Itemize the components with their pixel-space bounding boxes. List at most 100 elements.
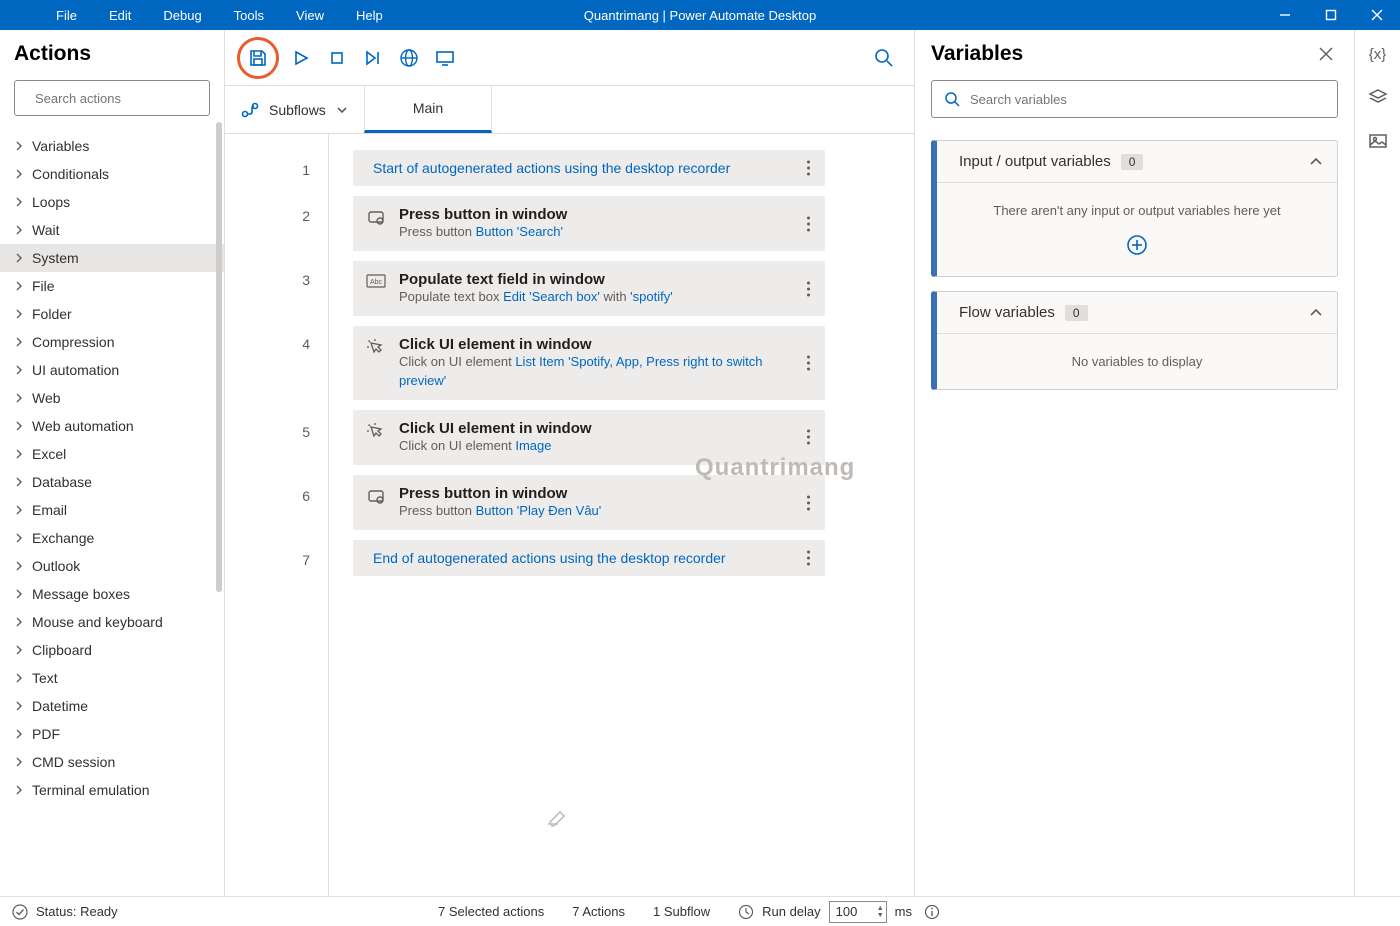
io-variables-count: 0 [1121,154,1144,170]
status-actions-count: 7 Actions [572,904,625,919]
info-icon[interactable] [924,904,940,920]
chevron-right-icon [14,169,24,179]
actions-category-compression[interactable]: Compression [0,328,224,356]
step-title: Populate text field in window [399,271,787,288]
actions-category-system[interactable]: System [0,244,224,272]
run-next-button[interactable] [355,40,391,76]
variables-rail-icon[interactable]: {x} [1369,46,1387,63]
flow-step[interactable]: Click UI element in windowClick on UI el… [353,326,825,399]
menu-debug[interactable]: Debug [147,2,217,29]
actions-category-conditionals[interactable]: Conditionals [0,160,224,188]
actions-category-web-automation[interactable]: Web automation [0,412,224,440]
actions-category-exchange[interactable]: Exchange [0,524,224,552]
right-rail: {x} [1354,30,1400,896]
step-menu-button[interactable] [801,356,815,371]
actions-category-outlook[interactable]: Outlook [0,552,224,580]
status-ok-icon [12,904,28,920]
menu-edit[interactable]: Edit [93,2,147,29]
actions-category-database[interactable]: Database [0,468,224,496]
actions-category-pdf[interactable]: PDF [0,720,224,748]
minimize-button[interactable] [1262,0,1308,30]
actions-category-email[interactable]: Email [0,496,224,524]
editor-tabs: Subflows Main [225,86,914,134]
actions-category-label: Database [32,474,92,490]
chevron-right-icon [14,449,24,459]
flow-variables-collapse-button[interactable] [1309,306,1323,320]
actions-search-input[interactable] [35,91,211,106]
step-title: Click UI element in window [399,420,787,437]
web-recorder-button[interactable] [391,40,427,76]
actions-category-cmd-session[interactable]: CMD session [0,748,224,776]
add-io-variable-button[interactable] [951,234,1323,256]
save-button[interactable] [240,40,276,76]
menu-help[interactable]: Help [340,2,399,29]
actions-category-text[interactable]: Text [0,664,224,692]
variables-search-input[interactable] [970,92,1325,107]
actions-category-variables[interactable]: Variables [0,132,224,160]
svg-text:Abc: Abc [370,279,383,286]
step-title: Press button in window [399,206,787,223]
actions-category-label: Datetime [32,698,88,714]
flow-step[interactable]: Press button in windowPress button Butto… [353,475,825,530]
actions-category-label: Message boxes [32,586,130,602]
actions-category-label: Wait [32,222,59,238]
actions-category-label: PDF [32,726,60,742]
actions-category-folder[interactable]: Folder [0,300,224,328]
tab-main[interactable]: Main [364,86,492,133]
run-delay-input[interactable]: 100 ▲▼ [829,901,887,923]
step-menu-button[interactable] [801,161,815,176]
actions-category-web[interactable]: Web [0,384,224,412]
actions-category-list[interactable]: VariablesConditionalsLoops Wait SystemFile… [0,132,224,896]
variables-close-button[interactable] [1314,42,1338,66]
stop-button[interactable] [319,40,355,76]
step-menu-button[interactable] [801,281,815,296]
actions-category-label: CMD session [32,754,115,770]
actions-scrollbar[interactable] [216,122,222,592]
ui-elements-rail-icon[interactable] [1368,87,1388,107]
actions-category-file[interactable]: File [0,272,224,300]
close-button[interactable] [1354,0,1400,30]
run-button[interactable] [283,40,319,76]
io-variables-collapse-button[interactable] [1309,155,1323,169]
images-rail-icon[interactable] [1368,131,1388,151]
actions-category-message-boxes[interactable]: Message boxes [0,580,224,608]
save-highlight-ring [237,37,279,79]
eraser-icon[interactable] [544,806,568,830]
actions-search[interactable] [14,80,210,116]
run-delay-label: Run delay [762,904,821,919]
flow-step[interactable]: Click UI element in windowClick on UI el… [353,410,825,465]
subflows-dropdown[interactable]: Subflows [225,86,364,133]
chevron-right-icon [14,393,24,403]
actions-category-label: Exchange [32,530,94,546]
step-menu-button[interactable] [801,551,815,566]
flow-variables-box: Flow variables 0 No variables to display [931,291,1338,390]
desktop-recorder-button[interactable] [427,40,463,76]
menu-tools[interactable]: Tools [218,2,280,29]
flow-step[interactable]: AbcPopulate text field in windowPopulate… [353,261,825,316]
step-menu-button[interactable] [801,216,815,231]
chevron-right-icon [14,421,24,431]
menu-file[interactable]: File [40,2,93,29]
actions-category-clipboard[interactable]: Clipboard [0,636,224,664]
flow-step[interactable]: End of autogenerated actions using the d… [353,540,825,576]
line-number-gutter: 1234567 [225,134,329,896]
actions-category-datetime[interactable]: Datetime [0,692,224,720]
actions-category-wait[interactable]: Wait [0,216,224,244]
flow-step[interactable]: Press button in windowPress button Butto… [353,196,825,251]
step-menu-button[interactable] [801,430,815,445]
actions-category-label: Mouse and keyboard [32,614,163,630]
search-icon [944,91,960,107]
actions-category-ui-automation[interactable]: UI automation [0,356,224,384]
maximize-button[interactable] [1308,0,1354,30]
actions-category-mouse-and-keyboard[interactable]: Mouse and keyboard [0,608,224,636]
actions-category-excel[interactable]: Excel [0,440,224,468]
variables-search[interactable] [931,80,1338,118]
run-delay-spinner[interactable]: ▲▼ [877,905,884,919]
actions-category-loops[interactable]: Loops [0,188,224,216]
step-menu-button[interactable] [801,495,815,510]
window-title: Quantrimang | Power Automate Desktop [584,8,816,23]
editor-search-button[interactable] [866,40,902,76]
menu-view[interactable]: View [280,2,340,29]
actions-category-terminal-emulation[interactable]: Terminal emulation [0,776,224,804]
flow-step[interactable]: Start of autogenerated actions using the… [353,150,825,186]
